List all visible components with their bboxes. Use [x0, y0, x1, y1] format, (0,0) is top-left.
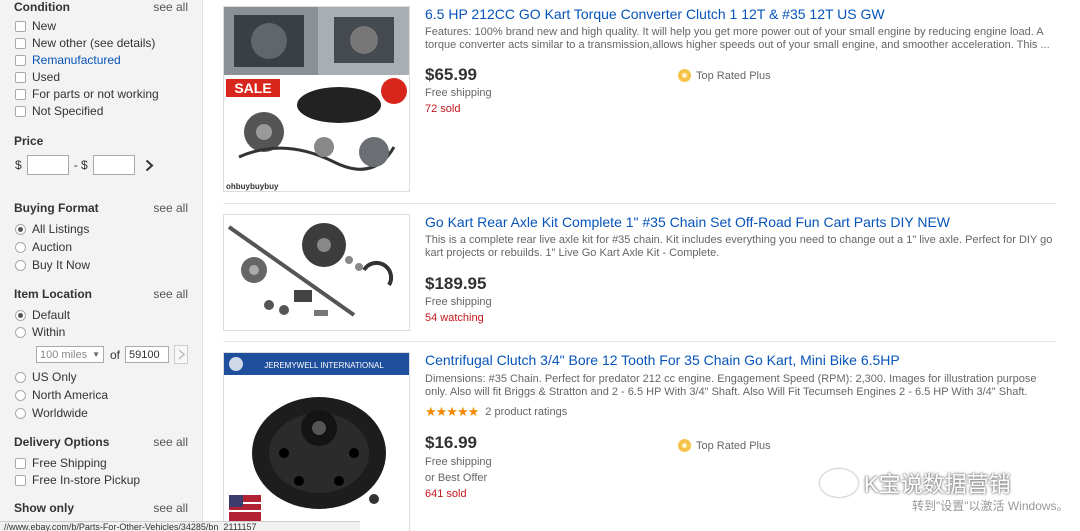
- buying-format-all-listings-radio[interactable]: All Listings: [15, 222, 89, 236]
- delivery-options-title: Delivery Options: [14, 435, 110, 449]
- star-icon: ★★★★★: [425, 404, 479, 419]
- listing-title[interactable]: Go Kart Rear Axle Kit Complete 1" #35 Ch…: [425, 214, 950, 230]
- location-within-radio[interactable]: Within: [15, 325, 65, 339]
- show-only-see-all-link[interactable]: see all: [153, 501, 188, 515]
- buying-format-auction-radio[interactable]: Auction: [15, 240, 72, 254]
- wechat-icon: [820, 469, 858, 497]
- condition-title: Condition: [14, 0, 70, 14]
- listing-title[interactable]: 6.5 HP 212CC GO Kart Torque Converter Cl…: [425, 6, 885, 22]
- condition-not-specified-checkbox[interactable]: Not Specified: [15, 104, 103, 118]
- svg-text:ohbuybuybuy: ohbuybuybuy: [226, 182, 279, 191]
- listing-price: $189.95: [425, 274, 487, 293]
- listing-shipping: Free shipping: [425, 456, 492, 468]
- condition-remanufactured-checkbox[interactable]: Remanufactured: [15, 53, 121, 67]
- listing-sold-count: 72 sold: [425, 103, 461, 115]
- product-rating[interactable]: ★★★★★ 2 product ratings: [425, 404, 567, 420]
- top-rated-plus-badge: Top Rated Plus: [678, 69, 771, 82]
- listing-price: $16.99: [425, 433, 477, 452]
- condition-see-all-link[interactable]: see all: [153, 0, 188, 14]
- condition-header: Condition see all: [14, 0, 188, 14]
- item-location-header: Item Location see all: [14, 287, 188, 301]
- condition-new-checkbox[interactable]: New: [15, 19, 56, 33]
- within-distance-row: 100 miles ▼ of 59100: [36, 345, 189, 364]
- chevron-down-icon: ▼: [92, 350, 100, 359]
- delivery-options-header: Delivery Options see all: [14, 435, 188, 449]
- top-rated-plus-badge: Top Rated Plus: [678, 439, 771, 452]
- buying-format-see-all-link[interactable]: see all: [153, 201, 188, 215]
- location-default-radio[interactable]: Default: [15, 308, 70, 322]
- windows-activation-notice: 转到"设置"以激活 Windows。: [912, 499, 1069, 513]
- top-rated-icon: [678, 439, 691, 452]
- price-go-button[interactable]: [143, 155, 157, 175]
- condition-used-checkbox[interactable]: Used: [15, 70, 60, 84]
- listing-image[interactable]: [223, 214, 410, 331]
- location-us-only-radio[interactable]: US Only: [15, 370, 77, 384]
- location-north-america-radio[interactable]: North America: [15, 388, 108, 402]
- item-location-see-all-link[interactable]: see all: [153, 287, 188, 301]
- listing-item: SALE ohbuybuybuy 6.5 HP 212CC GO Kart To…: [223, 0, 1056, 204]
- condition-for-parts-checkbox[interactable]: For parts or not working: [15, 87, 159, 101]
- listing-best-offer: or Best Offer: [425, 472, 488, 484]
- zip-code-input[interactable]: 59100: [125, 346, 170, 363]
- svg-text:JEREMYWELL INTERNATIONAL: JEREMYWELL INTERNATIONAL: [264, 361, 384, 370]
- listing-watching-count: 54 watching: [425, 312, 484, 324]
- buying-format-header: Buying Format see all: [14, 201, 188, 215]
- buying-format-buy-it-now-radio[interactable]: Buy It Now: [15, 258, 90, 272]
- chevron-right-icon: [178, 349, 185, 360]
- listing-title[interactable]: Centrifugal Clutch 3/4" Bore 12 Tooth Fo…: [425, 352, 900, 368]
- buying-format-title: Buying Format: [14, 201, 99, 215]
- listing-price: $65.99: [425, 65, 477, 84]
- listing-sold-count: 641 sold: [425, 488, 467, 500]
- watermark: K宝说数据营销: [820, 467, 1011, 499]
- delivery-options-see-all-link[interactable]: see all: [153, 435, 188, 449]
- filter-sidebar: Condition see all New New other (see det…: [0, 0, 203, 531]
- listing-shipping: Free shipping: [425, 296, 492, 308]
- listing-description: This is a complete rear live axle kit fo…: [425, 234, 1053, 259]
- browser-status-bar: //www.ebay.com/b/Parts-For-Other-Vehicle…: [0, 521, 360, 531]
- listing-image[interactable]: JEREMYWELL INTERNATIONAL: [223, 352, 410, 531]
- listing-item: Go Kart Rear Axle Kit Complete 1" #35 Ch…: [223, 204, 1056, 342]
- top-rated-icon: [678, 69, 691, 82]
- listing-image[interactable]: SALE ohbuybuybuy: [223, 6, 410, 192]
- delivery-in-store-pickup-checkbox[interactable]: Free In-store Pickup: [15, 473, 140, 487]
- location-worldwide-radio[interactable]: Worldwide: [15, 406, 88, 420]
- price-range: $ - $: [15, 155, 157, 175]
- condition-new-other-checkbox[interactable]: New other (see details): [15, 36, 155, 50]
- price-min-input[interactable]: [26, 155, 69, 175]
- price-header: Price: [14, 134, 188, 148]
- svg-text:SALE: SALE: [234, 80, 271, 96]
- item-location-title: Item Location: [14, 287, 93, 301]
- show-only-title: Show only: [14, 501, 74, 515]
- delivery-free-shipping-checkbox[interactable]: Free Shipping: [15, 456, 107, 470]
- zip-go-button[interactable]: [174, 345, 189, 364]
- listing-description: Dimensions: #35 Chain. Perfect for preda…: [425, 373, 1037, 398]
- price-title: Price: [14, 134, 44, 148]
- listing-description: Features: 100% brand new and high qualit…: [425, 26, 1050, 51]
- price-max-input[interactable]: [92, 155, 135, 175]
- miles-select[interactable]: 100 miles ▼: [36, 346, 104, 363]
- show-only-header: Show only see all: [14, 501, 188, 515]
- chevron-right-icon: [146, 159, 154, 171]
- listing-shipping: Free shipping: [425, 87, 492, 99]
